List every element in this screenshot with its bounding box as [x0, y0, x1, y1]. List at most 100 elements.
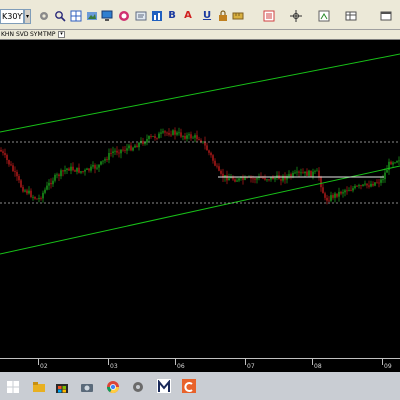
crosshair-icon[interactable]	[290, 10, 302, 22]
candle-body	[10, 164, 12, 166]
taskbar	[0, 372, 400, 400]
candle-body	[164, 131, 166, 133]
tag-icon[interactable]	[135, 10, 147, 22]
monitor-icon[interactable]	[101, 10, 113, 22]
x-tick	[245, 359, 246, 365]
x-tick-label: 09	[384, 363, 392, 370]
candle-body	[262, 177, 264, 179]
candle-body	[334, 193, 336, 198]
candle-body	[352, 188, 354, 191]
candle-body	[302, 172, 304, 174]
candle-body	[110, 153, 112, 154]
candle-body	[114, 150, 116, 152]
candle-body	[46, 185, 48, 190]
globe-icon[interactable]	[118, 10, 130, 22]
candle-body	[316, 170, 318, 172]
candle-body	[150, 136, 152, 137]
candle-body	[146, 139, 148, 143]
candle-body	[356, 185, 358, 187]
chrome-icon[interactable]	[106, 379, 120, 394]
candle-body	[94, 165, 96, 169]
candle-body	[306, 171, 308, 176]
tab-khn[interactable]: KHN	[0, 30, 15, 39]
candle-body	[50, 182, 52, 185]
candle-body	[354, 185, 356, 189]
candle-body	[394, 162, 396, 164]
x-tick-label: 03	[110, 363, 118, 370]
candle-body	[310, 170, 312, 177]
candle-body	[192, 137, 194, 139]
symbol-dropdown-arrow[interactable]: ▾	[24, 9, 31, 24]
candle-body	[100, 161, 102, 165]
grid-icon[interactable]	[70, 10, 82, 22]
candle-body	[172, 130, 174, 135]
candle-body	[158, 133, 160, 139]
ruler-icon[interactable]	[232, 10, 244, 22]
lock-icon[interactable]	[217, 10, 229, 22]
candle-body	[218, 166, 220, 171]
candle-body	[252, 178, 254, 180]
candle-body	[176, 132, 178, 135]
table-icon[interactable]	[345, 10, 357, 22]
settings-gear-icon[interactable]	[131, 379, 145, 393]
file-explorer-icon[interactable]	[32, 379, 46, 393]
c-app-icon[interactable]	[182, 379, 196, 393]
windows-start-icon[interactable]	[6, 379, 20, 393]
candle-body	[298, 171, 300, 173]
candle-body	[104, 159, 106, 161]
candle-body	[372, 183, 374, 186]
candle-body	[70, 166, 72, 171]
candle-body	[264, 178, 266, 180]
candle-body	[326, 197, 328, 201]
candle-body	[20, 180, 22, 188]
candle-body	[80, 171, 82, 173]
symbol-select[interactable]: K30YVAC	[0, 9, 24, 24]
store-icon[interactable]	[55, 379, 69, 393]
candle-body	[324, 193, 326, 198]
tab-svd[interactable]: SVD	[15, 30, 30, 39]
zoom-icon[interactable]	[318, 10, 330, 22]
candle-body	[330, 195, 332, 201]
lower-channel-line	[0, 165, 400, 255]
candle-body	[166, 132, 168, 134]
picture-icon[interactable]	[86, 10, 98, 22]
candle-body	[304, 171, 306, 174]
candle-body	[280, 179, 282, 181]
tab-tmp[interactable]: TMP	[42, 30, 56, 39]
candle-body	[34, 196, 36, 199]
candle-body	[124, 149, 126, 151]
candle-body	[26, 190, 28, 194]
text-color-icon[interactable]: A	[182, 10, 194, 22]
candle-body	[364, 183, 366, 185]
x-tick	[175, 359, 176, 365]
x-tick	[312, 359, 313, 365]
chart-svg	[0, 53, 400, 255]
candle-body	[188, 134, 190, 136]
candle-body	[170, 134, 172, 136]
candle-body	[92, 165, 94, 167]
m-app-icon[interactable]	[157, 379, 171, 393]
candle-body	[128, 145, 130, 149]
candle-body	[236, 180, 238, 182]
candle-body	[378, 182, 380, 184]
candle-body	[74, 170, 76, 172]
chart-icon[interactable]	[151, 10, 163, 22]
candle-body	[202, 141, 204, 143]
candle-body	[144, 142, 146, 144]
candle-body	[152, 136, 154, 137]
camera-icon[interactable]	[80, 379, 94, 393]
list-icon[interactable]	[263, 10, 275, 22]
search-icon[interactable]	[54, 10, 66, 22]
settings-icon[interactable]	[38, 10, 50, 22]
window-icon[interactable]	[380, 10, 392, 22]
tabs-dropdown-arrow[interactable]: ▾	[58, 31, 65, 38]
candle-body	[116, 150, 118, 153]
candle-body	[180, 132, 182, 137]
candle-body	[370, 183, 372, 187]
candle-body	[284, 175, 286, 180]
bold-icon[interactable]: B	[166, 10, 178, 22]
underline-icon[interactable]: U	[201, 10, 213, 22]
candle-body	[134, 145, 136, 148]
candle-body	[206, 145, 208, 151]
price-chart[interactable]	[0, 40, 400, 358]
